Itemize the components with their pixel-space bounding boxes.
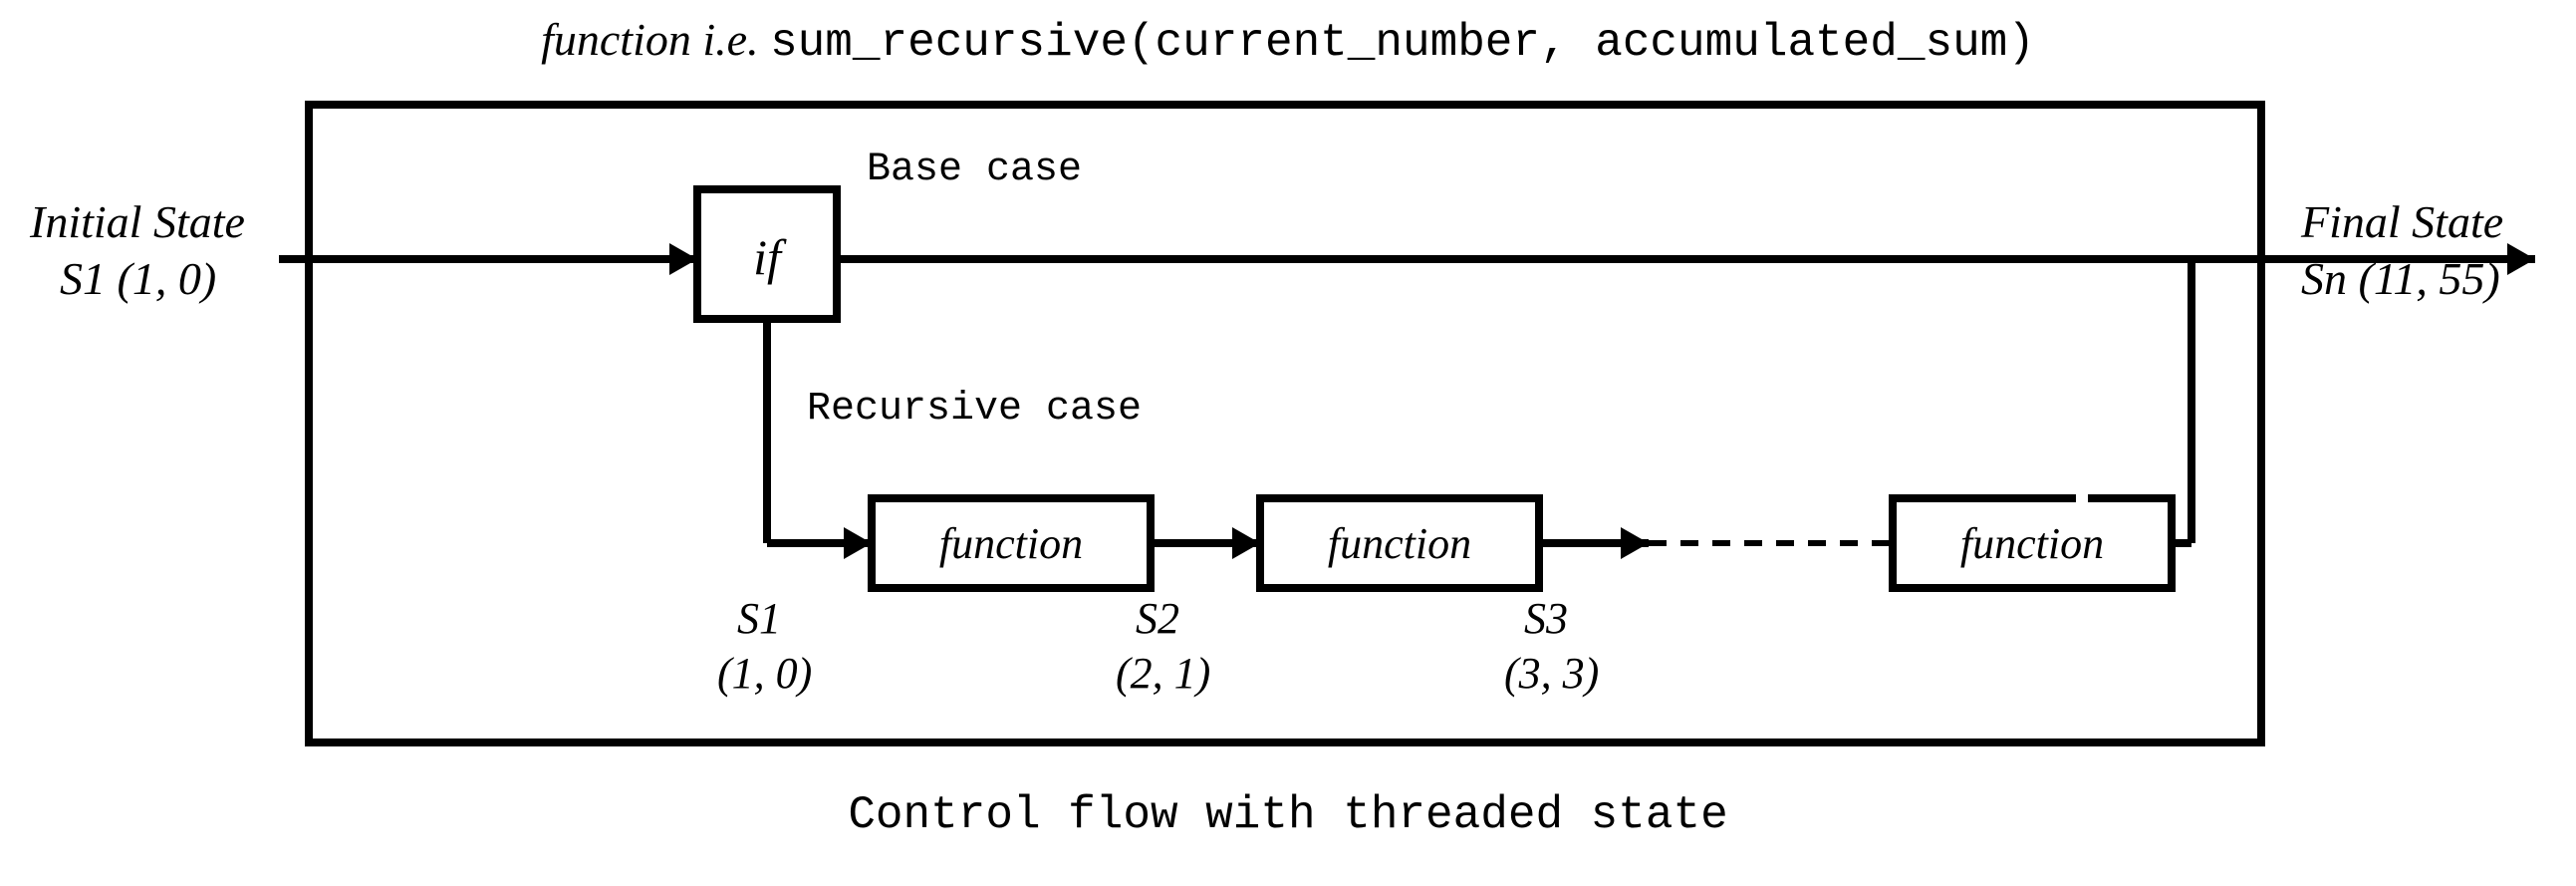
function-label-3: function (1960, 519, 2104, 568)
title: function i.e. sum_recursive(current_numb… (541, 14, 2035, 69)
state-s1-tuple: (1, 0) (717, 649, 812, 698)
arrowhead-fn1 (844, 527, 872, 559)
base-case-label: Base case (867, 148, 1082, 192)
function-label-2: function (1328, 519, 1471, 568)
arrowhead-initial (669, 243, 697, 275)
initial-state-label: Initial State (29, 196, 245, 247)
state-s2-tuple: (2, 1) (1116, 649, 1210, 698)
state-s3-name: S3 (1524, 594, 1568, 643)
arrowhead-final (2507, 243, 2535, 275)
initial-state-value: S1 (1, 0) (60, 253, 216, 304)
title-code: sum_recursive(current_number, accumulate… (770, 17, 2035, 69)
title-prefix: function i.e. (541, 14, 770, 65)
recursive-case-label: Recursive case (807, 387, 1142, 432)
arrowhead-dash (1621, 527, 1649, 559)
if-label: if (753, 229, 787, 285)
state-s3-tuple: (3, 3) (1504, 649, 1599, 698)
state-s2-name: S2 (1136, 594, 1179, 643)
arrowhead-fn2 (1232, 527, 1260, 559)
patch-cover (2076, 255, 2088, 502)
caption: Control flow with threaded state (848, 789, 1727, 841)
container-box (309, 105, 2261, 742)
function-label-1: function (939, 519, 1083, 568)
final-state-label: Final State (2300, 196, 2503, 247)
state-s1-name: S1 (737, 594, 781, 643)
